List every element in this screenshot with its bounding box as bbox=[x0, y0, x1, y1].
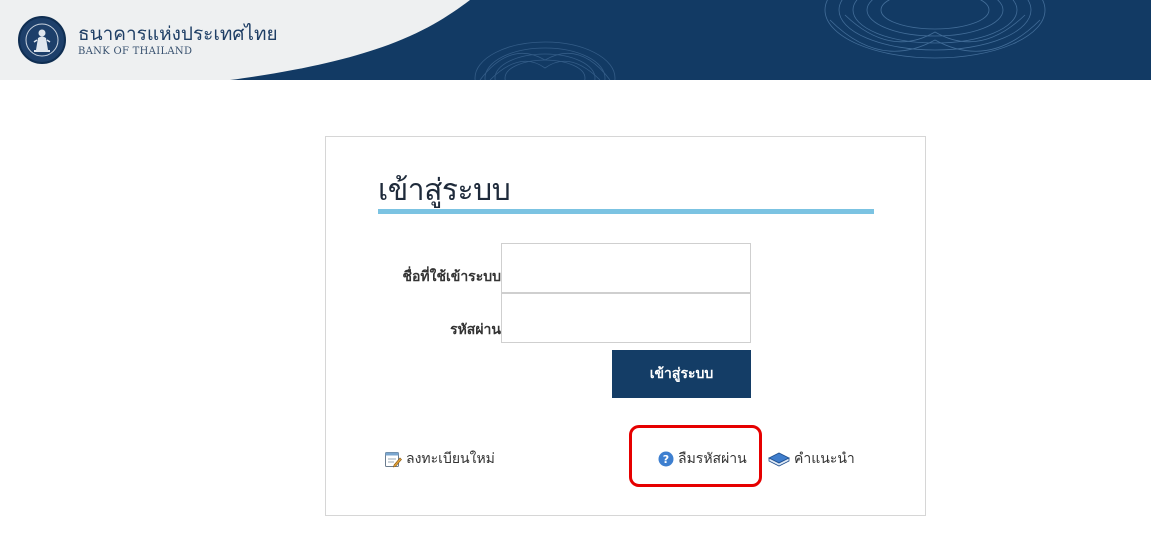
guide-label: คำแนะนำ bbox=[794, 451, 855, 467]
login-card: เข้าสู่ระบบ ชื่อที่ใช้เข้าระบบ รหัสผ่าน … bbox=[325, 136, 926, 516]
password-label: รหัสผ่าน bbox=[450, 322, 501, 338]
bank-name-thai: ธนาคารแห่งประเทศไทย bbox=[78, 22, 278, 45]
login-button[interactable]: เข้าสู่ระบบ bbox=[612, 350, 751, 398]
forgot-password-link[interactable]: ? ลืมรหัสผ่าน bbox=[658, 448, 747, 470]
title-underline bbox=[378, 209, 874, 214]
svg-text:?: ? bbox=[663, 453, 669, 466]
help-circle-icon: ? bbox=[658, 451, 674, 467]
register-label: ลงทะเบียนใหม่ bbox=[406, 451, 495, 467]
forgot-password-label: ลืมรหัสผ่าน bbox=[678, 451, 747, 467]
edit-note-icon bbox=[384, 450, 402, 468]
guide-link[interactable]: คำแนะนำ bbox=[768, 448, 855, 470]
register-link[interactable]: ลงทะเบียนใหม่ bbox=[384, 448, 495, 470]
bank-seal-icon bbox=[18, 16, 66, 64]
bank-name-english: BANK OF THAILAND bbox=[78, 45, 193, 57]
guilloche-pattern-left bbox=[474, 41, 616, 80]
site-header: ธนาคารแห่งประเทศไทย BANK OF THAILAND bbox=[0, 0, 1151, 80]
username-input[interactable] bbox=[501, 243, 751, 293]
username-label: ชื่อที่ใช้เข้าระบบ bbox=[402, 269, 501, 285]
bank-logo[interactable]: ธนาคารแห่งประเทศไทย BANK OF THAILAND bbox=[0, 0, 278, 80]
password-input[interactable] bbox=[501, 293, 751, 343]
login-title: เข้าสู่ระบบ bbox=[378, 173, 511, 208]
guilloche-pattern-right bbox=[824, 0, 1046, 59]
book-icon bbox=[768, 451, 790, 467]
